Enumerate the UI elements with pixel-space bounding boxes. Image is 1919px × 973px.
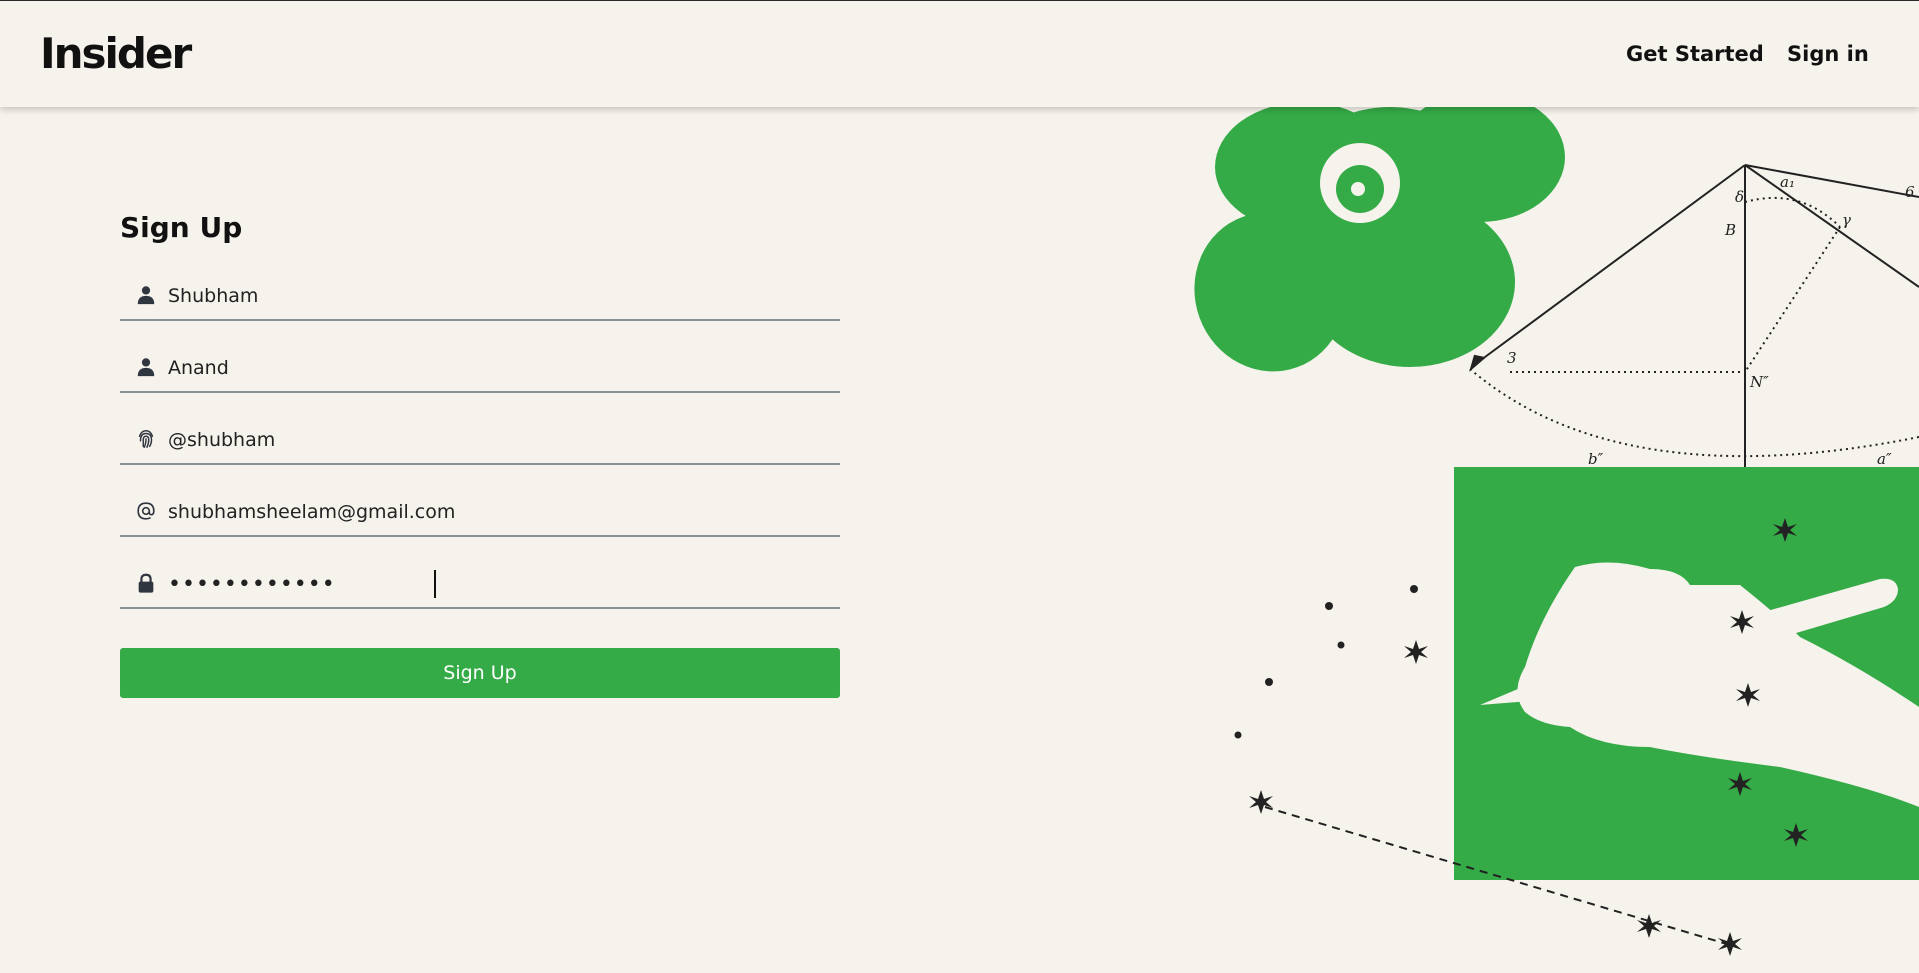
label-3: 3 xyxy=(1507,349,1517,367)
email-input[interactable] xyxy=(168,498,828,526)
geometry-diagram xyxy=(1469,164,1919,477)
sign-in-link[interactable]: Sign in xyxy=(1787,42,1869,66)
star-icon xyxy=(1404,640,1428,664)
top-navbar: Insider Get Started Sign in xyxy=(0,1,1919,107)
label-6: 6 xyxy=(1905,183,1915,201)
username-input[interactable] xyxy=(168,426,828,454)
star-icon xyxy=(1637,914,1661,938)
label-b: B xyxy=(1724,221,1736,239)
text-caret xyxy=(434,570,436,598)
username-field[interactable] xyxy=(120,418,840,465)
signup-title: Sign Up xyxy=(120,211,243,244)
get-started-link[interactable]: Get Started xyxy=(1626,42,1764,66)
label-b2: b″ xyxy=(1588,450,1604,468)
label-n: N″ xyxy=(1749,373,1769,391)
star-icon xyxy=(1249,790,1273,814)
password-input[interactable] xyxy=(168,570,828,598)
first-name-input[interactable] xyxy=(168,282,828,310)
user-icon xyxy=(137,358,155,377)
sign-up-button[interactable]: Sign Up xyxy=(120,648,840,698)
email-field[interactable] xyxy=(120,490,840,537)
at-icon xyxy=(137,502,155,520)
first-name-field[interactable] xyxy=(120,274,840,321)
label-delta: δ xyxy=(1735,188,1744,206)
label-a2: a″ xyxy=(1877,450,1892,468)
user-icon xyxy=(137,286,155,305)
label-a1: a₁ xyxy=(1780,173,1795,191)
password-field[interactable] xyxy=(120,562,840,609)
fingerprint-icon xyxy=(138,430,154,448)
lock-icon xyxy=(138,573,154,593)
star-icon xyxy=(1718,932,1742,956)
decorative-illustration: B N″ E b″ a″ 3 γ δ a₁ 6 xyxy=(1194,107,1919,956)
last-name-field[interactable] xyxy=(120,346,840,393)
brand-logo[interactable]: Insider xyxy=(40,29,192,78)
last-name-input[interactable] xyxy=(168,354,828,382)
label-gamma: γ xyxy=(1842,211,1851,229)
flower-center xyxy=(1320,143,1400,223)
